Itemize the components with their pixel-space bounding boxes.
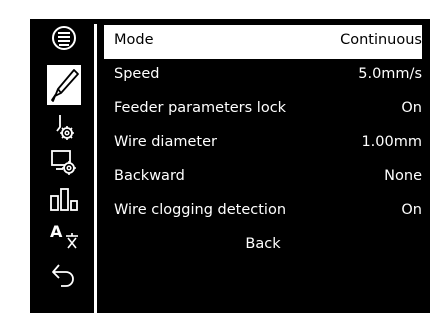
svg-text:A: A [50,222,63,241]
display-settings-icon[interactable] [49,147,79,177]
row-label: Backward [114,168,185,184]
back-label: Back [245,236,281,252]
nozzle-settings-icon[interactable] [49,113,79,143]
row-value: Continuous [340,32,422,48]
menu-row-backward[interactable]: Backward None [104,161,422,195]
row-value: None [384,168,422,184]
row-value: On [401,100,422,116]
row-label: Wire clogging detection [114,202,287,218]
menu-row-mode[interactable]: Mode Continuous [104,25,422,59]
row-label: Speed [114,66,160,82]
menu-row-speed[interactable]: Speed 5.0mm/s [104,59,422,93]
back-arrow-icon[interactable] [49,259,79,289]
row-value: 1.00mm [361,134,422,150]
row-label: Mode [114,32,154,48]
row-label: Feeder parameters lock [114,100,287,116]
device-screen: A Mode Continuous Speed 5.0mm/s Feeder p… [30,19,430,313]
row-label: Wire diameter [114,134,217,150]
language-icon[interactable]: A [49,220,79,250]
settings-menu: Mode Continuous Speed 5.0mm/s Feeder par… [104,25,422,263]
pen-icon[interactable] [47,65,81,105]
menu-row-wire-diameter[interactable]: Wire diameter 1.00mm [104,127,422,161]
menu-row-clogging-detection[interactable]: Wire clogging detection On [104,195,422,229]
back-button[interactable]: Back [104,229,422,263]
bar-chart-icon[interactable] [49,184,79,214]
row-value: On [401,202,422,218]
sidebar-divider [94,24,97,313]
row-value: 5.0mm/s [358,66,422,82]
list-icon[interactable] [49,23,79,53]
menu-row-feeder-lock[interactable]: Feeder parameters lock On [104,93,422,127]
